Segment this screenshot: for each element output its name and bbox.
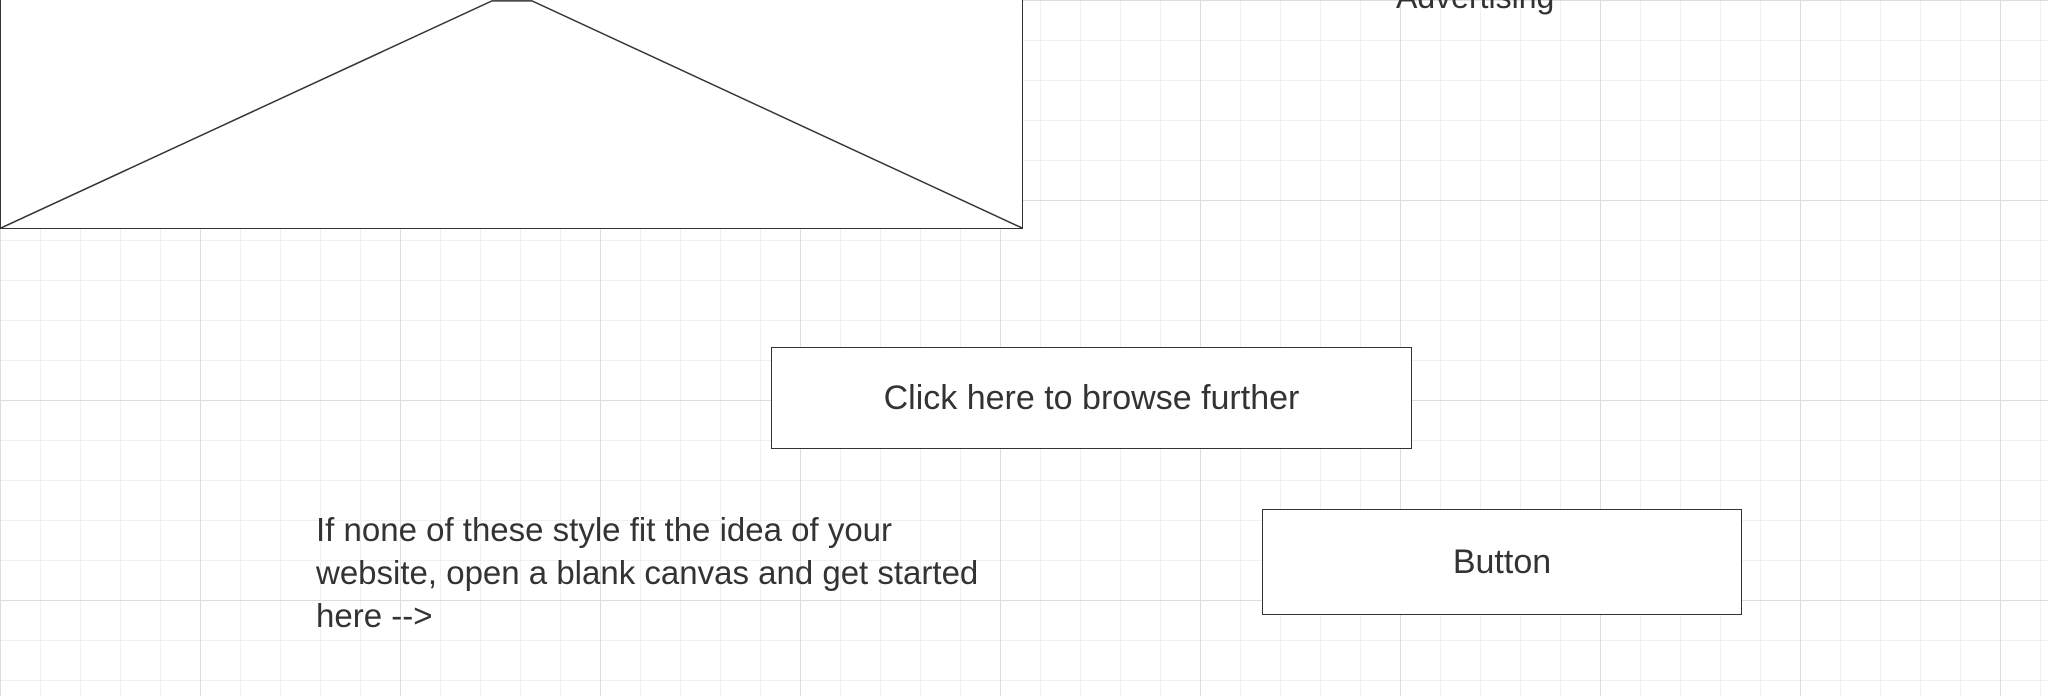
advertising-label: Advertising (1396, 0, 1554, 16)
image-placeholder (0, 0, 1023, 229)
button[interactable]: Button (1262, 509, 1742, 615)
blank-canvas-prompt: If none of these style fit the idea of y… (316, 511, 979, 634)
wireframe-canvas: Advertising Click here to browse further… (0, 0, 2048, 696)
browse-further-button[interactable]: Click here to browse further (771, 347, 1412, 449)
image-placeholder-icon (1, 0, 1022, 228)
